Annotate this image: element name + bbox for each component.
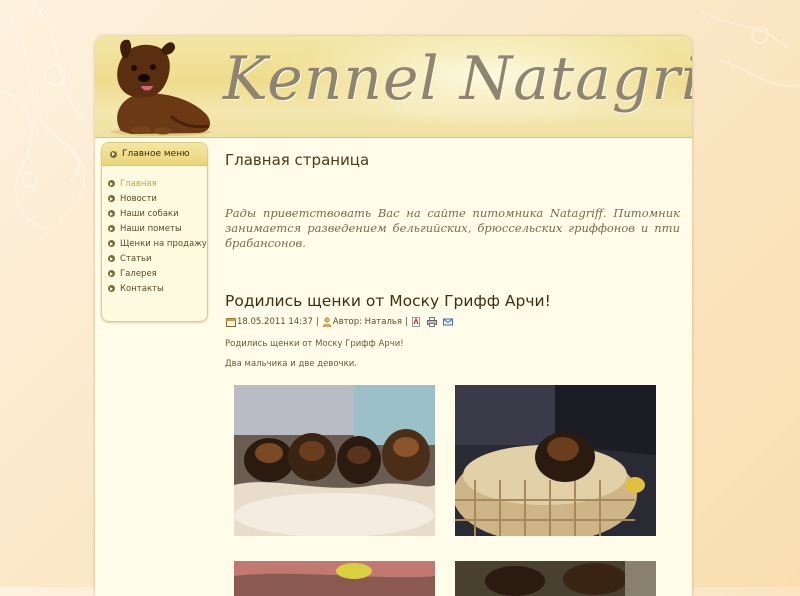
menu-bullet-icon	[108, 180, 115, 187]
puppy-in-basket-photo[interactable]	[455, 385, 656, 536]
menu-bullet-icon	[108, 240, 115, 247]
page-heading-area: Главная страница	[225, 151, 680, 169]
main-menu-title: Главное меню	[122, 149, 190, 159]
main-menu-list: Главная Новости Наши собаки Наши пометы …	[102, 166, 207, 294]
page-container: Kennel Natagriff Главное меню Главная Но…	[95, 36, 692, 596]
menu-item-label: Главная	[120, 179, 157, 189]
print-icon[interactable]	[426, 317, 437, 327]
menu-item-label: Контакты	[120, 284, 164, 294]
menu-item-gallery[interactable]: Галерея	[108, 269, 207, 279]
menu-item-label: Щенки на продажу	[120, 239, 207, 249]
menu-item-label: Галерея	[120, 269, 157, 279]
menu-bullet-icon	[108, 270, 115, 277]
puppies-photo-1[interactable]	[234, 385, 435, 536]
article-title[interactable]: Родились щенки от Моску Грифф Арчи!	[225, 292, 551, 310]
author-icon	[322, 317, 332, 327]
griffon-dog-image	[111, 39, 211, 136]
menu-bullet-icon	[108, 255, 115, 262]
menu-item-contacts[interactable]: Контакты	[108, 284, 207, 294]
meta-separator: |	[315, 317, 319, 327]
menu-item-articles[interactable]: Статьи	[108, 254, 207, 264]
welcome-text: Рады приветствовать Вас на сайте питомни…	[225, 206, 680, 250]
menu-item-our-dogs[interactable]: Наши собаки	[108, 209, 207, 219]
menu-bullet-icon	[110, 150, 117, 158]
meta-separator: |	[405, 317, 408, 327]
menu-item-label: Статьи	[120, 254, 152, 264]
article-author: Автор: Наталья	[332, 317, 403, 327]
site-header-banner: Kennel Natagriff	[95, 36, 692, 138]
menu-item-label: Наши пометы	[120, 224, 182, 234]
puppies-photo-3[interactable]	[234, 561, 435, 596]
page-title: Главная страница	[225, 151, 370, 169]
email-icon[interactable]	[442, 317, 453, 327]
menu-item-news[interactable]: Новости	[108, 194, 207, 204]
article-date: 18.05.2011 14:37	[237, 317, 313, 327]
menu-bullet-icon	[108, 195, 115, 202]
site-logo-text[interactable]: Kennel Natagriff	[223, 44, 692, 114]
article-paragraph: Два мальчика и две девочки.	[225, 359, 357, 369]
menu-item-label: Наши собаки	[120, 209, 179, 219]
menu-item-litters[interactable]: Наши пометы	[108, 224, 207, 234]
menu-bullet-icon	[108, 285, 115, 292]
menu-item-puppies-for-sale[interactable]: Щенки на продажу	[108, 239, 207, 249]
menu-item-home[interactable]: Главная	[108, 179, 207, 189]
menu-bullet-icon	[108, 225, 115, 232]
menu-item-label: Новости	[120, 194, 157, 204]
puppies-photo-4[interactable]	[455, 561, 656, 596]
article-paragraph: Родились щенки от Моску Грифф Арчи!	[225, 339, 404, 349]
calendar-icon	[226, 318, 236, 327]
main-menu-header: Главное меню	[102, 143, 207, 166]
main-menu-box: Главное меню Главная Новости Наши собаки…	[101, 142, 208, 322]
pdf-icon[interactable]	[411, 317, 421, 327]
article-meta: 18.05.2011 14:37 | Автор: Наталья |	[226, 317, 454, 327]
menu-bullet-icon	[108, 210, 115, 217]
